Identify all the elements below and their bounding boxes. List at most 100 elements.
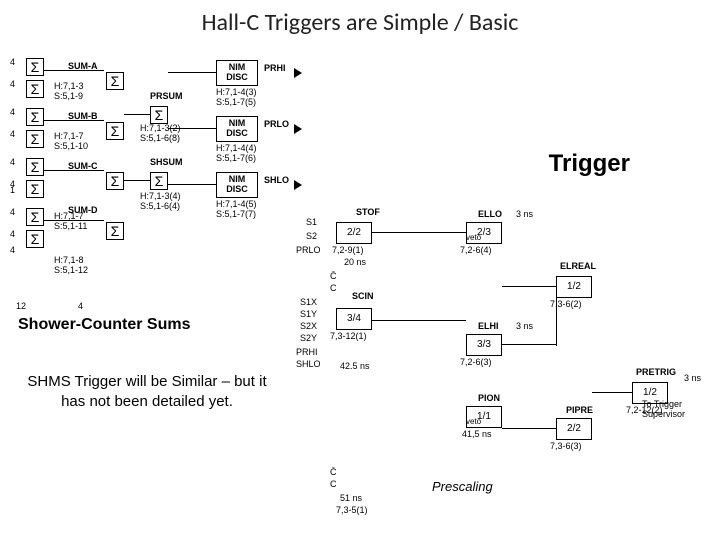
sigma-icon: Σ (26, 230, 44, 248)
count-label: 4 (10, 130, 15, 140)
nim3-detail: H:7,1-4(5) S:5,1-7(7) (216, 200, 257, 220)
sigma-icon: Σ (26, 58, 44, 76)
pipre-sub: 7,3-6(3) (550, 442, 582, 452)
count-label: 1 (10, 186, 15, 196)
nim-disc-1: NIM DISC (216, 60, 258, 86)
ello-label: ELLO (478, 210, 502, 220)
pion-label: PION (478, 394, 500, 404)
wire (168, 72, 216, 73)
shsum-detail: H:7,1-3(4) S:5,1-6(4) (140, 192, 181, 212)
sigma-icon: Σ (150, 106, 168, 124)
wire (502, 286, 556, 287)
shower-heading: Shower-Counter Sums (18, 316, 190, 334)
delay-42-5: 42.5 ns (340, 362, 370, 372)
count-label: 4 (10, 58, 15, 68)
sigma-icon: Σ (26, 180, 44, 198)
wire (502, 428, 556, 429)
s2x: S2X (300, 322, 317, 332)
wire (44, 220, 104, 221)
page-title: Hall-C Triggers are Simple / Basic (202, 8, 519, 37)
shlo-label: SHLO (264, 176, 289, 186)
sum-d: SUM-D (68, 206, 98, 216)
pipre-label: PIPRE (566, 406, 593, 416)
sigma-icon: Σ (26, 80, 44, 98)
count-label: 4 (10, 208, 15, 218)
gate-2-2-detail: 7,2-9(1) (332, 246, 364, 256)
wire (556, 286, 557, 346)
sigma-icon: Σ (106, 72, 124, 90)
sigma-icon: Σ (26, 130, 44, 148)
pretrig-delay: 3 ns (684, 374, 701, 384)
count-label: 4 (10, 230, 15, 240)
scin-label: SCIN (352, 292, 374, 302)
count-label: 4 (10, 246, 15, 256)
shlo-in: SHLO (296, 360, 321, 370)
wire (502, 344, 556, 345)
delay-20ns: 20 ns (344, 258, 366, 268)
ello-delay: 3 ns (516, 210, 533, 220)
nim2-detail: H:7,1-4(4) S:5,1-7(6) (216, 144, 257, 164)
sigma-icon: Σ (106, 172, 124, 190)
arrow-icon (294, 68, 302, 78)
prlo-label: PRLO (264, 120, 289, 130)
trigger-heading: Trigger (549, 150, 630, 178)
elhi-delay: 3 ns (516, 322, 533, 332)
wire (372, 320, 466, 321)
s1y: S1Y (300, 310, 317, 320)
wire (168, 184, 216, 185)
wire (44, 120, 104, 121)
count-label: 4 (10, 108, 15, 118)
pion-veto: veto (466, 418, 481, 427)
wire (592, 392, 632, 393)
wire (44, 170, 104, 171)
prsum-detail: H:7,1-3(2) S:5,1-6(8) (140, 124, 181, 144)
gate-3-4: 3/4 (336, 308, 372, 330)
wire (372, 232, 466, 233)
sum-a-detail: H:7,1-3 S:5,1-9 (54, 82, 84, 102)
elhi-label: ELHI (478, 322, 499, 332)
s1-label: S1 (306, 218, 317, 228)
sigma-icon: Σ (26, 208, 44, 226)
count-label: 4 (10, 80, 15, 90)
stof-label: STOF (356, 208, 380, 218)
c: C (330, 284, 337, 294)
s2y: S2Y (300, 334, 317, 344)
gate-elreal: 1/2 (556, 276, 592, 298)
elreal-sub: 7,3-6(2) (550, 300, 582, 310)
elreal-label: ELREAL (560, 262, 596, 272)
sigma-icon: Σ (26, 108, 44, 126)
wire (124, 180, 150, 181)
delay-51: 51 ns (340, 494, 362, 504)
wire (44, 70, 104, 71)
shms-note: SHMS Trigger will be Similar – but it ha… (22, 372, 272, 411)
s2-label: S2 (306, 232, 317, 242)
wire (168, 128, 216, 129)
arrow-icon (294, 124, 302, 134)
sigma-icon: Σ (106, 222, 124, 240)
pion-sub: 41,5 ns (462, 430, 492, 440)
prsum-label: PRSUM (150, 92, 183, 102)
sum-b-detail: H:7,1-7 S:5,1-10 (54, 132, 88, 152)
prescaling-label: Prescaling (432, 480, 493, 494)
s1x: S1X (300, 298, 317, 308)
wire (124, 114, 150, 115)
sum-d-detail: H:7,1-8 S:5,1-12 (54, 256, 88, 276)
arrow-icon (294, 180, 302, 190)
nim-disc-3: NIM DISC (216, 172, 258, 198)
sigma-icon: Σ (26, 158, 44, 176)
sigma-icon: Σ (106, 122, 124, 140)
prhi-label: PRHI (264, 64, 286, 74)
count-label: 12 (16, 302, 26, 312)
count-label: 4 (10, 158, 15, 168)
nim1-detail: H:7,1-4(3) S:5,1-7(5) (216, 88, 257, 108)
cbar: C̄ (330, 272, 337, 282)
gate-pipre: 2/2 (556, 418, 592, 440)
sigma-icon: Σ (150, 172, 168, 190)
ello-veto: veto (466, 234, 481, 243)
prhi-in: PRHI (296, 348, 318, 358)
shsum-label: SHSUM (150, 158, 183, 168)
ello-sub: 7,2-6(4) (460, 246, 492, 256)
elhi-sub: 7,2-6(3) (460, 358, 492, 368)
gate-elhi: 3/3 (466, 334, 502, 356)
bottom-sub: 7,3-5(1) (336, 506, 368, 516)
